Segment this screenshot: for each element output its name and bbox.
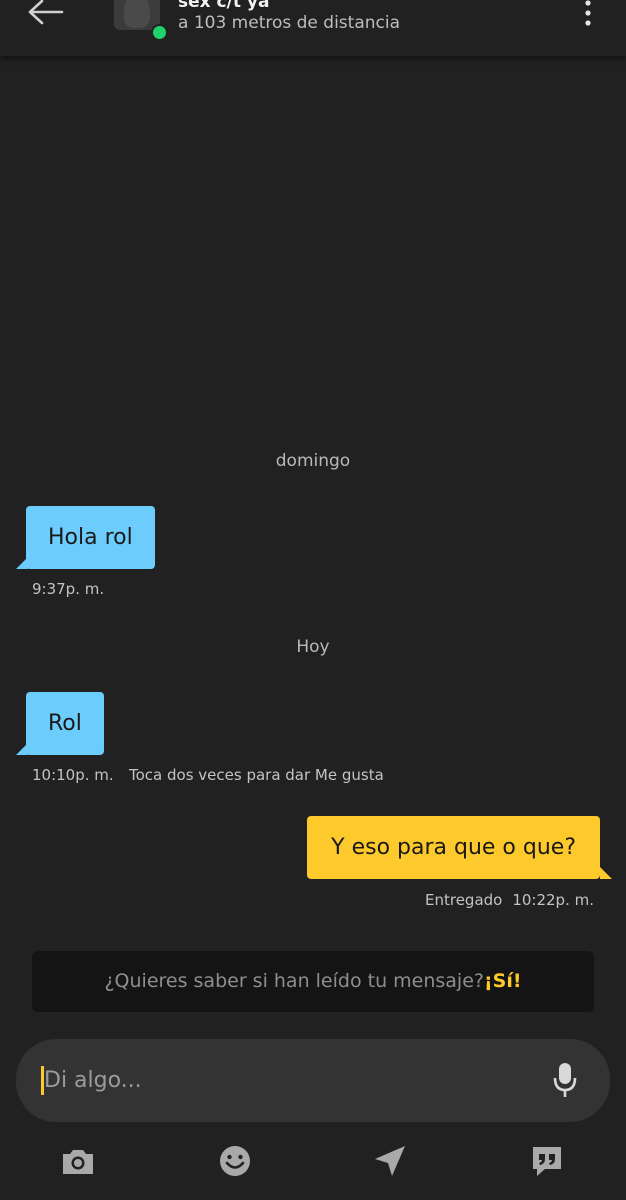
read-receipt-banner[interactable]: ¿Quieres saber si han leído tu mensaje?¡… [32, 951, 594, 1012]
bubble-tail [16, 557, 28, 569]
message-input-placeholder: Di algo... [44, 1068, 142, 1093]
more-options-button[interactable] [578, 0, 598, 30]
emoji-icon [220, 1146, 250, 1176]
incoming-message-bubble[interactable]: Hola rol [26, 506, 155, 569]
saved-phrases-icon [533, 1147, 561, 1176]
microphone-icon [553, 1063, 577, 1097]
double-tap-like-hint: Toca dos veces para dar Me gusta [129, 766, 384, 784]
camera-icon [63, 1150, 93, 1174]
send-location-button[interactable] [372, 1143, 408, 1179]
message-timestamp: 9:37p. m. [32, 580, 105, 598]
delivery-status: Entregado 10:22p. m. [425, 891, 594, 909]
bubble-tail [600, 867, 612, 879]
location-send-icon [375, 1146, 405, 1176]
message-timestamp: 10:10p. m. [32, 766, 114, 784]
day-separator: domingo [275, 451, 351, 471]
profile-name[interactable]: sex c/t ya [178, 0, 269, 12]
camera-button[interactable] [60, 1143, 96, 1179]
avatar-silhouette [124, 0, 150, 28]
emoji-button[interactable] [217, 1143, 253, 1179]
day-separator: Hoy [296, 637, 330, 657]
bubble-tail [16, 743, 28, 755]
online-status-dot [151, 24, 168, 41]
delivery-status-label: Entregado [424, 891, 503, 909]
incoming-message-bubble[interactable]: Rol [26, 692, 104, 755]
message-timestamp: 10:22p. m. [512, 891, 594, 909]
back-arrow-icon [28, 0, 64, 25]
saved-phrases-button[interactable] [529, 1143, 565, 1179]
more-vert-icon [585, 0, 591, 26]
chat-header: sex c/t ya a 103 metros de distancia [0, 0, 626, 56]
chat-screen: sex c/t ya a 103 metros de distancia dom… [0, 0, 626, 1200]
back-button[interactable] [26, 0, 64, 28]
profile-distance: a 103 metros de distancia [178, 13, 401, 33]
read-receipt-question: ¿Quieres saber si han leído tu mensaje? [104, 970, 484, 992]
voice-message-button[interactable] [552, 1062, 578, 1098]
outgoing-message-bubble[interactable]: Y eso para que o que? [307, 816, 600, 879]
read-receipt-yes-link[interactable]: ¡Sí! [484, 970, 522, 992]
